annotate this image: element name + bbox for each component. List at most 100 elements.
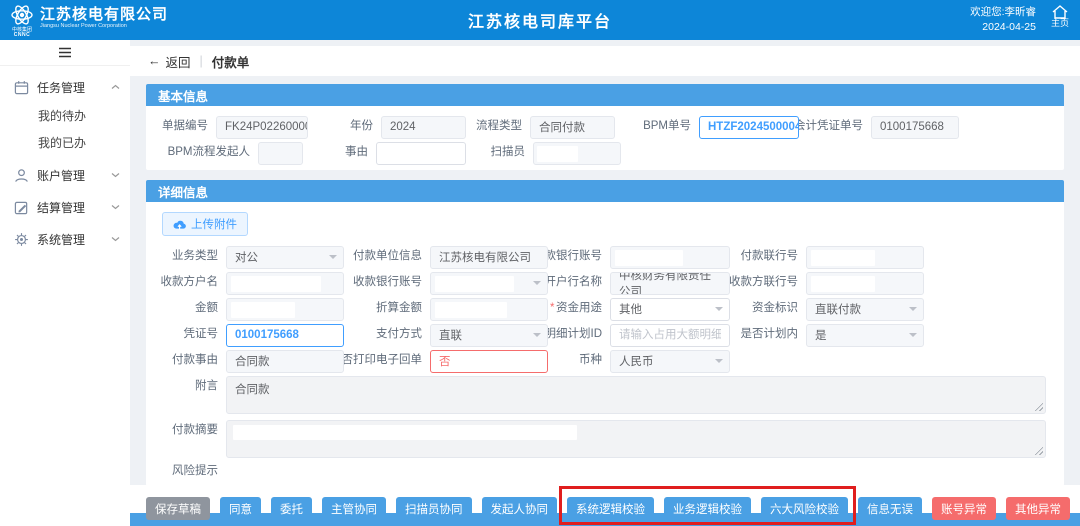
postscript-textarea: 合同款 (226, 376, 1046, 414)
payee-bank-name-input: 中核财务有限责任公司 (610, 272, 730, 295)
sidebar-menu: 任务管理 我的待办 我的已办 账户管理 (0, 66, 130, 254)
sidebar-item-my-done[interactable]: 我的已办 (0, 129, 130, 156)
footer-buttons: 保存草稿 同意 委托 主管协同 扫描员协同 发起人协同 系统逻辑校验 业务逻辑校… (146, 497, 1080, 520)
breadcrumb: ← 返回 | 付款单 (130, 46, 1080, 76)
detail-row-2: 收款方户名 收款银行账号 收款方开户行名称 中核财务有限责任公司 收款方联行号 (146, 270, 1064, 296)
sidebar-item-task-management[interactable]: 任务管理 (0, 72, 130, 102)
current-date: 2024-04-25 (970, 20, 1036, 35)
fund-use-value: 其他 (619, 301, 642, 317)
fund-flag-select: 直联付款 (806, 298, 924, 321)
footer-action-bar: 保存草稿 同意 委托 主管协同 扫描员协同 发起人协同 系统逻辑校验 业务逻辑校… (130, 485, 1080, 526)
detail-row-3: 金额 折算金额 *资金用途 其他 资金标识 直联付款 (146, 296, 1064, 322)
voucher-no-value: 0100175668 (235, 329, 299, 341)
chevron-down-icon (533, 333, 541, 337)
flow-type-input: 合同付款 (530, 116, 615, 139)
chevron-down-icon (329, 255, 337, 259)
save-draft-button[interactable]: 保存草稿 (146, 497, 210, 520)
sidebar-collapse-button[interactable] (0, 40, 130, 66)
upload-attachment-label: 上传附件 (191, 216, 237, 232)
bpm-initiator-input (258, 142, 303, 165)
year-value: 2024 (390, 121, 416, 133)
basic-row-1: 单据编号 FK24P022600001259 年份 2024 流程类型 合同付款… (146, 114, 1064, 140)
resize-handle-icon[interactable] (1034, 402, 1043, 411)
reason-input[interactable] (376, 142, 466, 165)
sidebar-item-label: 账户管理 (37, 167, 85, 184)
app-window: 中核集团 CNNC 江苏核电有限公司 Jiangsu Nuclear Power… (0, 0, 1080, 526)
payee-bank-no-label: 收款方联行号 (730, 277, 806, 289)
payee-account-label: 收款银行账号 (344, 277, 430, 289)
six-risk-check-button[interactable]: 六大风险校验 (761, 497, 848, 520)
system-logic-check-button[interactable]: 系统逻辑校验 (567, 497, 654, 520)
plan-id-label: 占用大额明细计划ID (548, 329, 610, 341)
gear-icon (14, 232, 29, 247)
pay-unit-value: 江苏核电有限公司 (439, 249, 531, 265)
back-button[interactable]: ← 返回 (148, 52, 191, 71)
basic-info-header: 基本信息 (146, 84, 1064, 106)
in-plan-label: 是否计划内 (730, 329, 806, 341)
doc-no-value: FK24P022600001259 (225, 121, 308, 133)
scanner-collab-button[interactable]: 扫描员协同 (396, 497, 472, 520)
sidebar-item-system-management[interactable]: 系统管理 (0, 224, 130, 254)
fund-flag-label: 资金标识 (730, 303, 806, 315)
sidebar-item-account-management[interactable]: 账户管理 (0, 160, 130, 190)
agree-button[interactable]: 同意 (220, 497, 261, 520)
resize-handle-icon[interactable] (1034, 446, 1043, 455)
year-label: 年份 (336, 121, 381, 133)
bpm-initiator-label: BPM流程发起人 (146, 147, 258, 159)
pay-reason-value: 合同款 (235, 353, 270, 369)
print-receipt-input[interactable]: 否 (430, 350, 548, 373)
pay-account-label: 付款银行账号 (548, 251, 610, 263)
info-correct-button[interactable]: 信息无误 (858, 497, 922, 520)
pay-reason-label: 付款事由 (146, 355, 226, 367)
chevron-down-icon (111, 236, 120, 242)
home-icon (1052, 5, 1068, 19)
in-plan-select: 是 (806, 324, 924, 347)
voucher-no-input[interactable]: 0100175668 (226, 324, 344, 347)
detail-row-1: 业务类型 对公 付款单位信息 江苏核电有限公司 付款银行账号 付款联行号 (146, 244, 1064, 270)
print-receipt-value: 否 (439, 353, 451, 369)
voucher-doc-no-input: 0100175668 (871, 116, 959, 139)
chevron-down-icon (715, 359, 723, 363)
plan-id-input[interactable] (610, 324, 730, 347)
sidebar-item-label: 系统管理 (37, 231, 85, 248)
chevron-down-icon (111, 204, 120, 210)
fund-flag-value: 直联付款 (815, 301, 861, 317)
sidebar-item-settlement-management[interactable]: 结算管理 (0, 192, 130, 222)
chevron-down-icon (909, 307, 917, 311)
pay-account-input (610, 246, 730, 269)
pay-method-label: 支付方式 (344, 329, 430, 341)
detail-info-header: 详细信息 (146, 180, 1064, 202)
account-error-button[interactable]: 账号异常 (932, 497, 996, 520)
payee-name-input (226, 272, 344, 295)
flow-type-value: 合同付款 (539, 119, 585, 135)
home-label: 主页 (1042, 19, 1078, 29)
voucher-doc-no-label: 会计凭证单号 (799, 121, 871, 133)
summary-textarea (226, 420, 1046, 458)
business-logic-check-button[interactable]: 业务逻辑校验 (664, 497, 751, 520)
bpm-no-value: HTZF202450000472 (708, 121, 799, 133)
sidebar-item-label: 结算管理 (37, 199, 85, 216)
upload-attachment-button[interactable]: 上传附件 (162, 212, 248, 236)
detail-row-5: 付款事由 合同款 是否打印电子回单 否 币种 人民币 (146, 348, 1064, 374)
flow-type-label: 流程类型 (480, 121, 530, 133)
fund-use-label-text: 资金用途 (556, 303, 602, 315)
chevron-down-icon (111, 172, 120, 178)
atom-icon (10, 3, 34, 27)
back-arrow-icon: ← (148, 54, 161, 68)
bpm-no-link[interactable]: HTZF202450000472 (699, 116, 799, 139)
initiator-collab-button[interactable]: 发起人协同 (482, 497, 558, 520)
sidebar-item-label: 任务管理 (37, 79, 85, 96)
delegate-button[interactable]: 委托 (271, 497, 312, 520)
company-subtitle: Jiangsu Nuclear Power Corporation (40, 23, 168, 29)
payee-account-select (430, 272, 548, 295)
supervisor-collab-button[interactable]: 主管协同 (322, 497, 386, 520)
home-button[interactable]: 主页 (1042, 5, 1078, 29)
company-name: 江苏核电有限公司 (40, 7, 168, 24)
scanner-input (533, 142, 621, 165)
fund-use-select[interactable]: 其他 (610, 298, 730, 321)
year-input: 2024 (381, 116, 466, 139)
sidebar-item-my-todo[interactable]: 我的待办 (0, 102, 130, 129)
main-content: ← 返回 | 付款单 基本信息 单据编号 FK24P022600001259 年… (130, 40, 1080, 526)
payee-name-label: 收款方户名 (146, 277, 226, 289)
other-error-button[interactable]: 其他异常 (1006, 497, 1070, 520)
